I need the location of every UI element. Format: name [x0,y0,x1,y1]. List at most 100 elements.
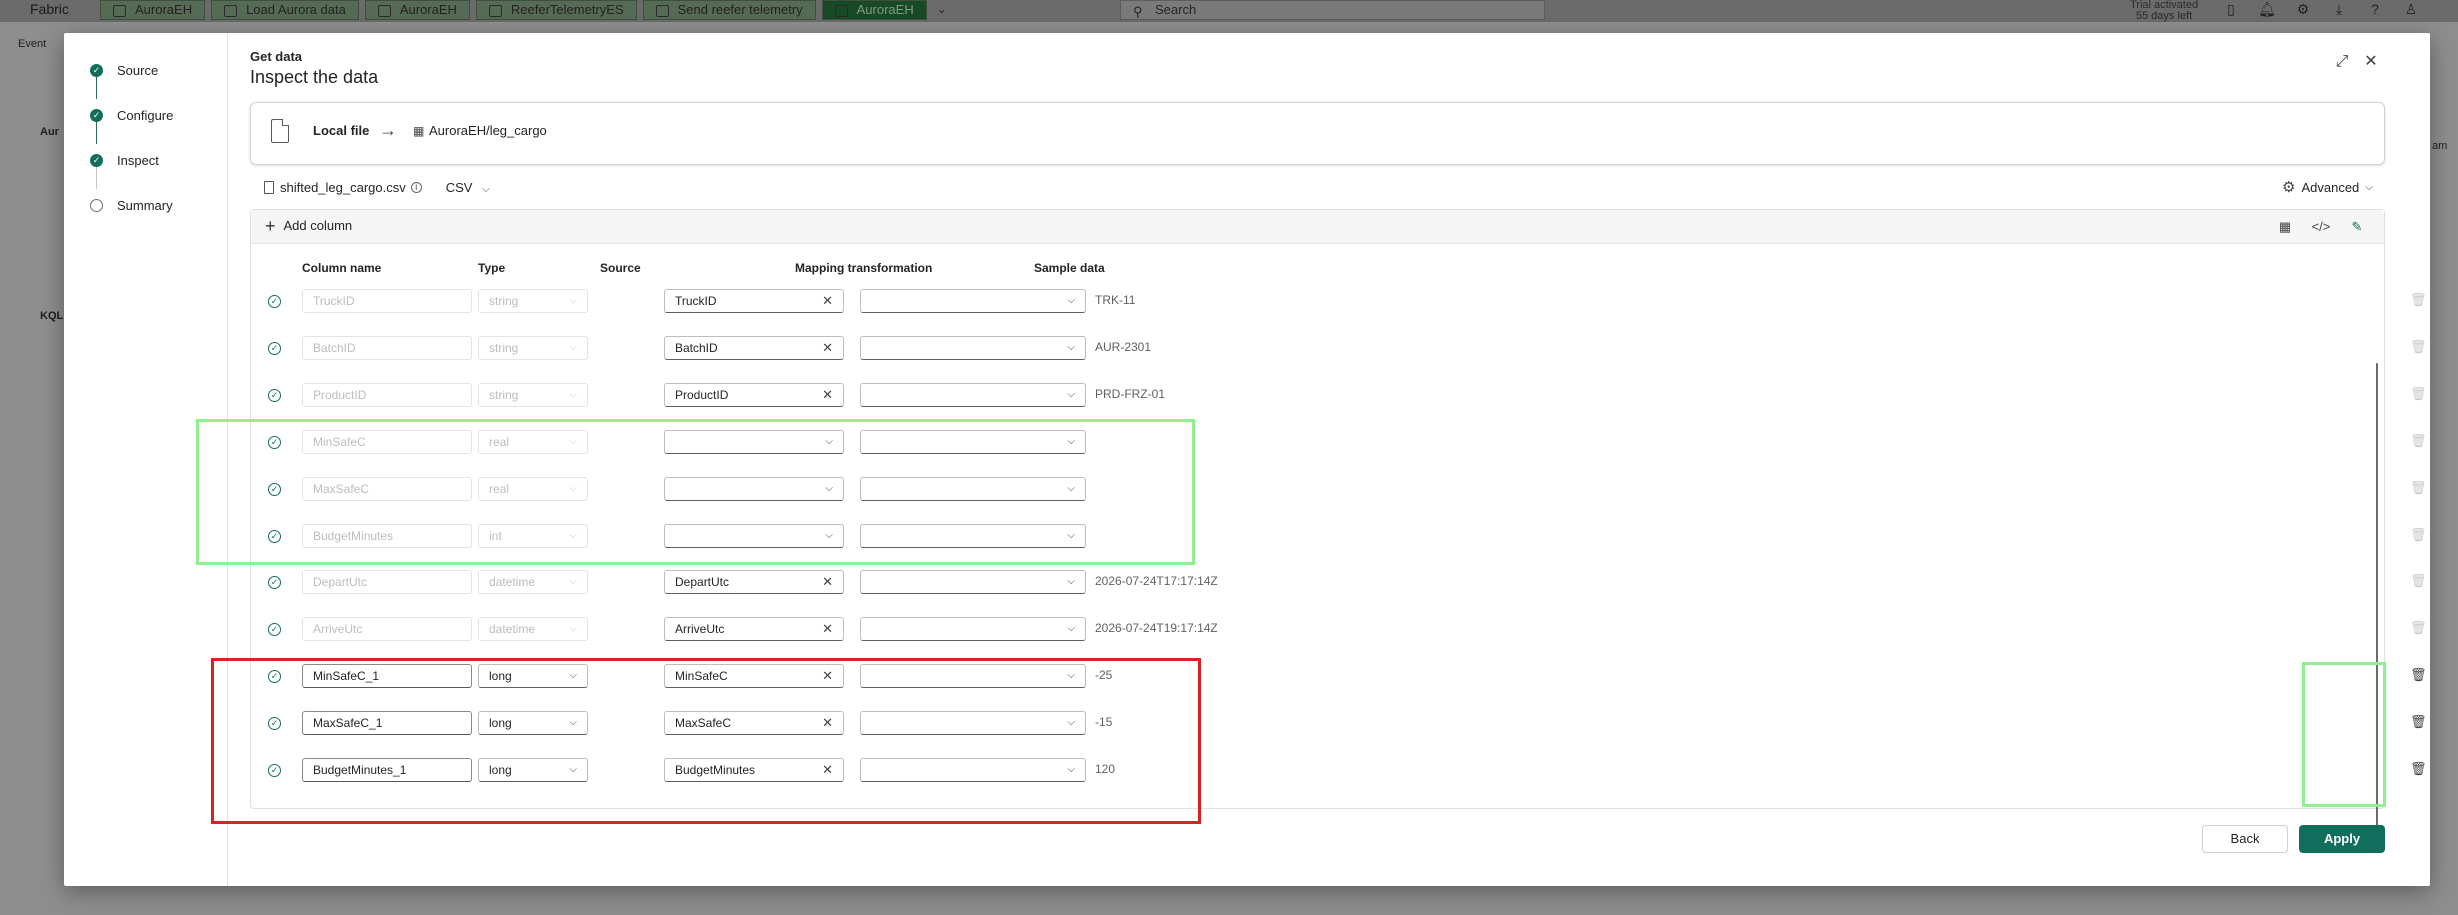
mapping-dropdown[interactable]: ⌵ [860,524,1086,548]
delete-icon: 🗑︎ [2410,480,2427,495]
column-name-input[interactable]: BatchID [302,336,472,360]
delete-icon[interactable]: 🗑︎ [2410,667,2427,683]
delete-icon[interactable]: 🗑︎ [2410,761,2427,777]
type-dropdown[interactable]: long ⌵ [478,664,588,688]
clear-icon[interactable]: ✕ [822,665,833,687]
grid-view-icon[interactable]: ▦ [2275,217,2295,237]
source-input[interactable]: TruckID ✕ [664,289,844,313]
close-icon[interactable]: ✕ [2361,52,2381,72]
source-input[interactable]: BatchID ✕ [664,336,844,360]
workspace-tab-4[interactable]: ReeferTelemetryES [475,0,637,20]
gear-icon[interactable]: ⚙ [2294,0,2312,18]
mapping-dropdown[interactable]: ⌵ [860,758,1086,782]
source-value: MinSafeC [675,669,728,683]
apply-button[interactable]: Apply [2299,825,2385,853]
workspace-tab-1[interactable]: AuroraEH [100,0,206,20]
expand-icon[interactable]: ⤢ [2332,52,2352,72]
check-icon: ✓ [90,109,103,122]
download-icon[interactable]: ⤓ [2330,0,2348,18]
chevron-down-icon: ⌵ [1067,623,1075,634]
source-input[interactable]: DepartUtc ✕ [664,570,844,594]
mapping-dropdown[interactable]: ⌵ [860,617,1086,641]
delete-icon[interactable]: 🗑︎ [2410,714,2427,730]
type-dropdown[interactable]: string ⌵ [478,383,588,407]
help-icon[interactable]: ? [2366,0,2384,18]
source-input[interactable]: ArriveUtc ✕ [664,617,844,641]
step-source[interactable]: ✓ Source [90,63,158,78]
clear-icon[interactable]: ✕ [822,571,833,593]
source-input[interactable]: ProductID ✕ [664,383,844,407]
mapping-dropdown[interactable]: ⌵ [860,383,1086,407]
check-icon: ✓ [90,64,103,77]
source-dropdown[interactable]: ⌵ [664,430,844,454]
tabs-overflow-chevron-icon[interactable]: ⌄ [933,0,951,18]
column-name-input[interactable]: MaxSafeC [302,477,472,501]
format-dropdown[interactable]: CSV ⌵ [446,180,490,195]
column-name-input[interactable]: ArriveUtc [302,617,472,641]
global-search-input[interactable]: ⚲ Search [1120,0,1545,20]
type-dropdown[interactable]: int ⌵ [478,524,588,548]
check-circle-icon: ✓ [268,623,281,636]
step-summary[interactable]: Summary [90,198,173,213]
file-name[interactable]: shifted_leg_cargo.csv [280,180,406,195]
clear-icon[interactable]: ✕ [822,712,833,734]
column-name-input[interactable]: MinSafeC [302,430,472,454]
column-name-input[interactable]: TruckID [302,289,472,313]
type-dropdown[interactable]: string ⌵ [478,336,588,360]
mapping-dropdown[interactable]: ⌵ [860,430,1086,454]
mapping-dropdown[interactable]: ⌵ [860,336,1086,360]
step-configure[interactable]: ✓ Configure [90,108,173,123]
column-name-input[interactable]: BudgetMinutes [302,524,472,548]
type-dropdown[interactable]: string ⌵ [478,289,588,313]
info-icon[interactable]: i [410,182,422,193]
column-name-input[interactable]: BudgetMinutes_1 [302,758,472,782]
type-value: long [489,669,512,683]
table-scrollbar[interactable] [2376,363,2378,829]
mapping-dropdown[interactable]: ⌵ [860,711,1086,735]
mapping-dropdown[interactable]: ⌵ [860,570,1086,594]
clear-icon[interactable]: ✕ [822,337,833,359]
type-dropdown[interactable]: datetime ⌵ [478,617,588,641]
code-view-icon[interactable]: </> [2311,217,2331,237]
type-dropdown[interactable]: long ⌵ [478,758,588,782]
workspace-tab-5[interactable]: Send reefer telemetry [642,0,816,20]
source-input[interactable]: MaxSafeC ✕ [664,711,844,735]
column-name-input[interactable]: ProductID [302,383,472,407]
notebook-icon[interactable]: ▯ [2222,0,2240,18]
clear-icon[interactable]: ✕ [822,384,833,406]
type-dropdown[interactable]: datetime ⌵ [478,570,588,594]
type-dropdown[interactable]: real ⌵ [478,430,588,454]
advanced-button[interactable]: ⚙ Advanced ⌵ [2282,178,2373,196]
source-input[interactable]: MinSafeC ✕ [664,664,844,688]
chevron-down-icon: ⌵ [569,670,577,681]
table-row: ✓ ProductID string ⌵ ProductID ✕ ⌵ PRD-FRZ-01 🗑︎ [250,383,2427,413]
clear-icon[interactable]: ✕ [822,618,833,640]
clear-icon[interactable]: ✕ [822,759,833,781]
clear-icon[interactable]: ✕ [822,290,833,312]
back-button[interactable]: Back [2202,825,2288,853]
people-icon[interactable]: ♙ [2402,0,2420,18]
background-label-kql: KQL [40,310,64,322]
source-label: Local file [313,123,370,138]
edit-pencil-icon[interactable]: ✎ [2347,217,2367,237]
column-name-input[interactable]: DepartUtc [302,570,472,594]
type-dropdown[interactable]: real ⌵ [478,477,588,501]
column-name-input[interactable]: MaxSafeC_1 [302,711,472,735]
mapping-dropdown[interactable]: ⌵ [860,664,1086,688]
column-name-input[interactable]: MinSafeC_1 [302,664,472,688]
step-inspect[interactable]: ✓ Inspect [90,153,159,168]
mapping-dropdown[interactable]: ⌵ [860,477,1086,501]
mapping-dropdown[interactable]: ⌵ [860,289,1086,313]
add-column-button[interactable]: + Add column [265,217,352,235]
type-value: long [489,716,512,730]
source-dropdown[interactable]: ⌵ [664,477,844,501]
workspace-tab-2[interactable]: Load Aurora data [211,0,359,20]
chevron-down-icon: ⌵ [569,530,577,541]
source-dropdown[interactable]: ⌵ [664,524,844,548]
workspace-tab-3[interactable]: AuroraEH [364,0,470,20]
source-input[interactable]: BudgetMinutes ✕ [664,758,844,782]
check-circle-icon: ✓ [268,717,281,730]
type-dropdown[interactable]: long ⌵ [478,711,588,735]
workspace-tab-6[interactable]: AuroraEH [821,0,927,20]
bell-icon[interactable]: 🔔︎ [2258,0,2276,18]
